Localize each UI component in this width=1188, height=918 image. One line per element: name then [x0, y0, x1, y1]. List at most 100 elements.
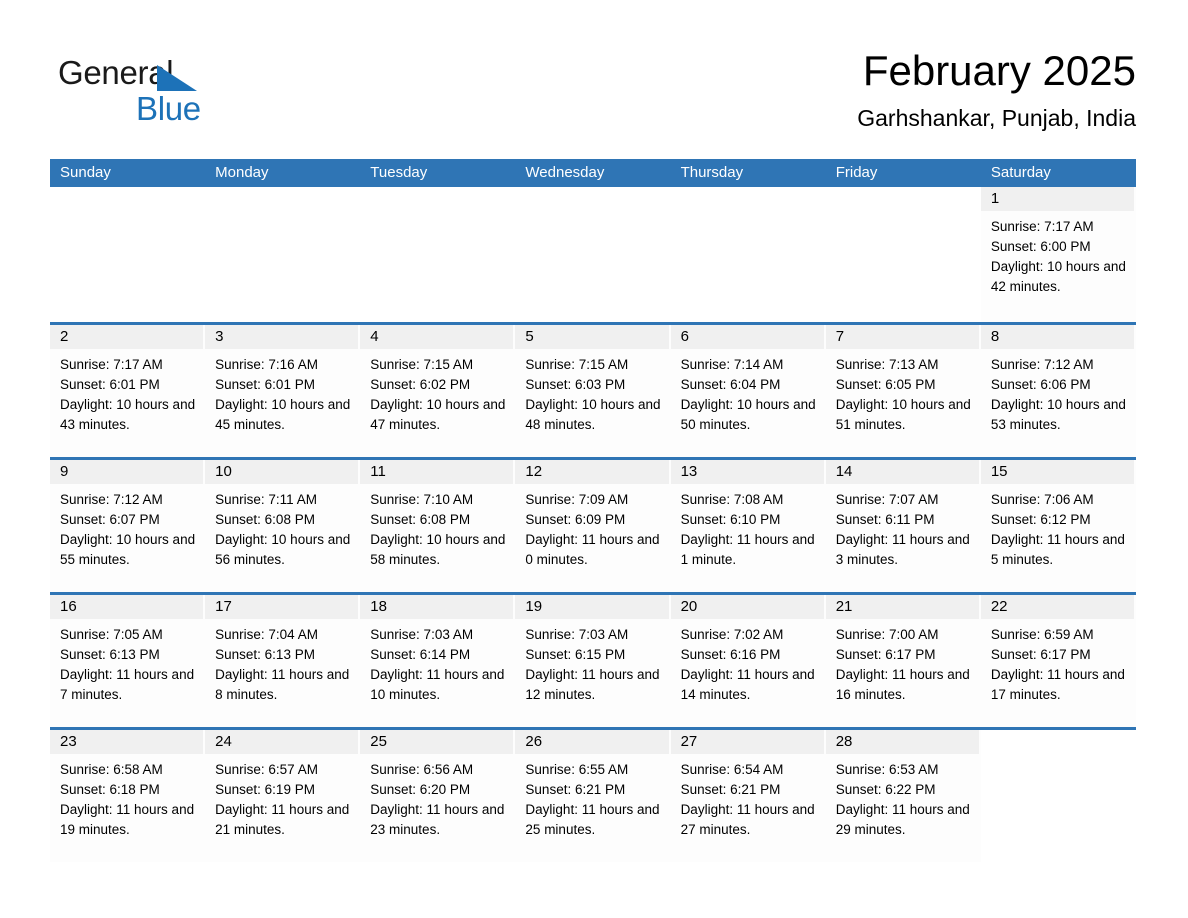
generalblue-logo[interactable]: General Blue	[58, 54, 318, 132]
day-number: 28	[825, 730, 979, 754]
day-cell-18[interactable]: 18 Sunrise: 7:03 AM Sunset: 6:14 PM Dayligh…	[360, 595, 516, 727]
daylight-text: Daylight: 11 hours and 7 minutes.	[60, 667, 195, 702]
sunrise-text: Sunrise: 6:55 AM	[525, 762, 629, 777]
day-details: Sunrise: 7:15 AM Sunset: 6:02 PM Daylight:…	[360, 349, 513, 435]
calendar-week-row: 23 Sunrise: 6:58 AM Sunset: 6:18 PM Dayligh…	[50, 727, 1136, 862]
day-number	[826, 187, 979, 211]
day-cell-empty	[980, 730, 1136, 862]
day-cell-14[interactable]: 14 Sunrise: 7:07 AM Sunset: 6:11 PM Dayligh…	[825, 460, 981, 592]
day-details: Sunrise: 7:14 AM Sunset: 6:04 PM Daylight:…	[671, 349, 824, 435]
logo-triangle-icon	[157, 65, 197, 91]
sunrise-text: Sunrise: 7:12 AM	[60, 492, 163, 507]
sunset-text: Sunset: 6:15 PM	[525, 647, 626, 662]
sunrise-text: Sunrise: 7:15 AM	[525, 357, 629, 372]
day-details: Sunrise: 6:55 AM Sunset: 6:21 PM Daylight:…	[515, 754, 668, 840]
day-number: 8	[980, 325, 1134, 349]
day-cell-24[interactable]: 24 Sunrise: 6:57 AM Sunset: 6:19 PM Dayligh…	[205, 730, 361, 862]
day-cell-23[interactable]: 23 Sunrise: 6:58 AM Sunset: 6:18 PM Dayligh…	[50, 730, 206, 862]
sunrise-text: Sunrise: 7:03 AM	[370, 627, 474, 642]
day-cell-7[interactable]: 7 Sunrise: 7:13 AM Sunset: 6:05 PM Daylight…	[825, 325, 981, 457]
day-cell-16[interactable]: 16 Sunrise: 7:05 AM Sunset: 6:13 PM Dayligh…	[50, 595, 206, 727]
day-details: Sunrise: 7:09 AM Sunset: 6:09 PM Daylight:…	[515, 484, 668, 570]
day-cell-17[interactable]: 17 Sunrise: 7:04 AM Sunset: 6:13 PM Dayligh…	[205, 595, 361, 727]
day-cell-25[interactable]: 25 Sunrise: 6:56 AM Sunset: 6:20 PM Dayligh…	[360, 730, 516, 862]
day-number: 12	[515, 460, 669, 484]
daylight-text: Daylight: 10 hours and 43 minutes.	[60, 397, 196, 432]
day-cell-empty	[205, 187, 361, 322]
day-number: 15	[980, 460, 1134, 484]
sunrise-text: Sunrise: 7:12 AM	[990, 357, 1094, 372]
calendar-page: General Blue February 2025 Garhshankar, …	[0, 0, 1188, 918]
sunset-text: Sunset: 6:01 PM	[215, 377, 315, 392]
daylight-text: Daylight: 10 hours and 48 minutes.	[525, 397, 661, 432]
day-details: Sunrise: 7:05 AM Sunset: 6:13 PM Daylight:…	[50, 619, 203, 705]
day-cell-3[interactable]: 3 Sunrise: 7:16 AM Sunset: 6:01 PM Daylight…	[205, 325, 361, 457]
daylight-text: Daylight: 11 hours and 10 minutes.	[370, 667, 505, 702]
day-cell-2[interactable]: 2 Sunrise: 7:17 AM Sunset: 6:01 PM Daylight…	[50, 325, 206, 457]
day-cell-9[interactable]: 9 Sunrise: 7:12 AM Sunset: 6:07 PM Daylight…	[50, 460, 206, 592]
sunrise-text: Sunrise: 6:56 AM	[370, 762, 474, 777]
day-cell-11[interactable]: 11 Sunrise: 7:10 AM Sunset: 6:08 PM Dayligh…	[360, 460, 516, 592]
day-number: 23	[50, 730, 204, 754]
day-cell-5[interactable]: 5 Sunrise: 7:15 AM Sunset: 6:03 PM Daylight…	[515, 325, 671, 457]
day-number: 16	[50, 595, 204, 619]
day-cell-21[interactable]: 21 Sunrise: 7:00 AM Sunset: 6:17 PM Dayligh…	[825, 595, 981, 727]
day-number: 9	[50, 460, 204, 484]
day-number: 2	[50, 325, 204, 349]
day-cell-12[interactable]: 12 Sunrise: 7:09 AM Sunset: 6:09 PM Dayligh…	[515, 460, 671, 592]
daylight-text: Daylight: 10 hours and 55 minutes.	[60, 532, 196, 567]
day-details: Sunrise: 7:12 AM Sunset: 6:07 PM Daylight:…	[50, 484, 203, 570]
sunrise-text: Sunrise: 6:54 AM	[680, 762, 784, 777]
day-number: 4	[360, 325, 514, 349]
day-cell-1[interactable]: 1 Sunrise: 7:17 AM Sunset: 6:00 PM Daylight…	[980, 187, 1136, 322]
day-cell-26[interactable]: 26 Sunrise: 6:55 AM Sunset: 6:21 PM Dayligh…	[515, 730, 671, 862]
day-cell-27[interactable]: 27 Sunrise: 6:54 AM Sunset: 6:21 PM Dayligh…	[670, 730, 826, 862]
daylight-text: Daylight: 11 hours and 21 minutes.	[215, 802, 350, 837]
sunrise-text: Sunrise: 7:05 AM	[60, 627, 163, 642]
day-cell-20[interactable]: 20 Sunrise: 7:02 AM Sunset: 6:16 PM Dayligh…	[670, 595, 826, 727]
sunset-text: Sunset: 6:08 PM	[215, 512, 315, 527]
day-details: Sunrise: 7:10 AM Sunset: 6:08 PM Daylight:…	[360, 484, 513, 570]
day-number: 5	[515, 325, 669, 349]
day-number: 10	[205, 460, 359, 484]
day-cell-15[interactable]: 15 Sunrise: 7:06 AM Sunset: 6:12 PM Dayligh…	[980, 460, 1136, 592]
calendar-grid: Sunday Monday Tuesday Wednesday Thursday Frid…	[50, 159, 1136, 862]
day-details: Sunrise: 7:06 AM Sunset: 6:12 PM Daylight:…	[981, 484, 1134, 570]
daylight-text: Daylight: 10 hours and 56 minutes.	[215, 532, 351, 567]
calendar-week-row: 2 Sunrise: 7:17 AM Sunset: 6:01 PM Daylight…	[50, 322, 1136, 457]
sunset-text: Sunset: 6:21 PM	[525, 782, 626, 797]
sunset-text: Sunset: 6:01 PM	[60, 377, 160, 392]
day-cell-13[interactable]: 13 Sunrise: 7:08 AM Sunset: 6:10 PM Dayligh…	[670, 460, 826, 592]
day-cell-6[interactable]: 6 Sunrise: 7:14 AM Sunset: 6:04 PM Daylight…	[670, 325, 826, 457]
daylight-text: Daylight: 10 hours and 58 minutes.	[370, 532, 506, 567]
sunset-text: Sunset: 6:18 PM	[60, 782, 160, 797]
logo-text-blue: Blue	[136, 90, 201, 127]
daylight-text: Daylight: 10 hours and 53 minutes.	[990, 397, 1126, 432]
sunset-text: Sunset: 6:11 PM	[835, 512, 935, 527]
sunrise-text: Sunrise: 7:13 AM	[835, 357, 939, 372]
calendar-weeks: 1 Sunrise: 7:17 AM Sunset: 6:00 PM Daylight…	[50, 187, 1136, 862]
day-cell-empty	[360, 187, 516, 322]
day-details: Sunrise: 7:02 AM Sunset: 6:16 PM Daylight:…	[671, 619, 824, 705]
day-details: Sunrise: 7:03 AM Sunset: 6:14 PM Daylight:…	[360, 619, 513, 705]
day-cell-4[interactable]: 4 Sunrise: 7:15 AM Sunset: 6:02 PM Daylight…	[360, 325, 516, 457]
day-cell-28[interactable]: 28 Sunrise: 6:53 AM Sunset: 6:22 PM Dayligh…	[825, 730, 981, 862]
day-cell-22[interactable]: 22 Sunrise: 6:59 AM Sunset: 6:17 PM Dayligh…	[980, 595, 1136, 727]
day-details: Sunrise: 7:17 AM Sunset: 6:01 PM Daylight:…	[50, 349, 203, 435]
sunrise-text: Sunrise: 7:03 AM	[525, 627, 629, 642]
daylight-text: Daylight: 10 hours and 45 minutes.	[215, 397, 351, 432]
daylight-text: Daylight: 10 hours and 50 minutes.	[680, 397, 816, 432]
day-cell-19[interactable]: 19 Sunrise: 7:03 AM Sunset: 6:15 PM Dayligh…	[515, 595, 671, 727]
day-cell-8[interactable]: 8 Sunrise: 7:12 AM Sunset: 6:06 PM Daylight…	[980, 325, 1136, 457]
day-details: Sunrise: 7:07 AM Sunset: 6:11 PM Daylight:…	[826, 484, 979, 570]
weekday-header-thursday: Thursday	[680, 164, 744, 181]
sunset-text: Sunset: 6:16 PM	[680, 647, 781, 662]
daylight-text: Daylight: 11 hours and 0 minutes.	[525, 532, 660, 567]
day-number: 20	[670, 595, 824, 619]
sunrise-text: Sunrise: 7:04 AM	[215, 627, 318, 642]
day-number: 26	[515, 730, 669, 754]
daylight-text: Daylight: 11 hours and 29 minutes.	[835, 802, 970, 837]
sunrise-text: Sunrise: 6:57 AM	[215, 762, 318, 777]
daylight-text: Daylight: 10 hours and 51 minutes.	[835, 397, 971, 432]
day-cell-10[interactable]: 10 Sunrise: 7:11 AM Sunset: 6:08 PM Dayligh…	[205, 460, 361, 592]
